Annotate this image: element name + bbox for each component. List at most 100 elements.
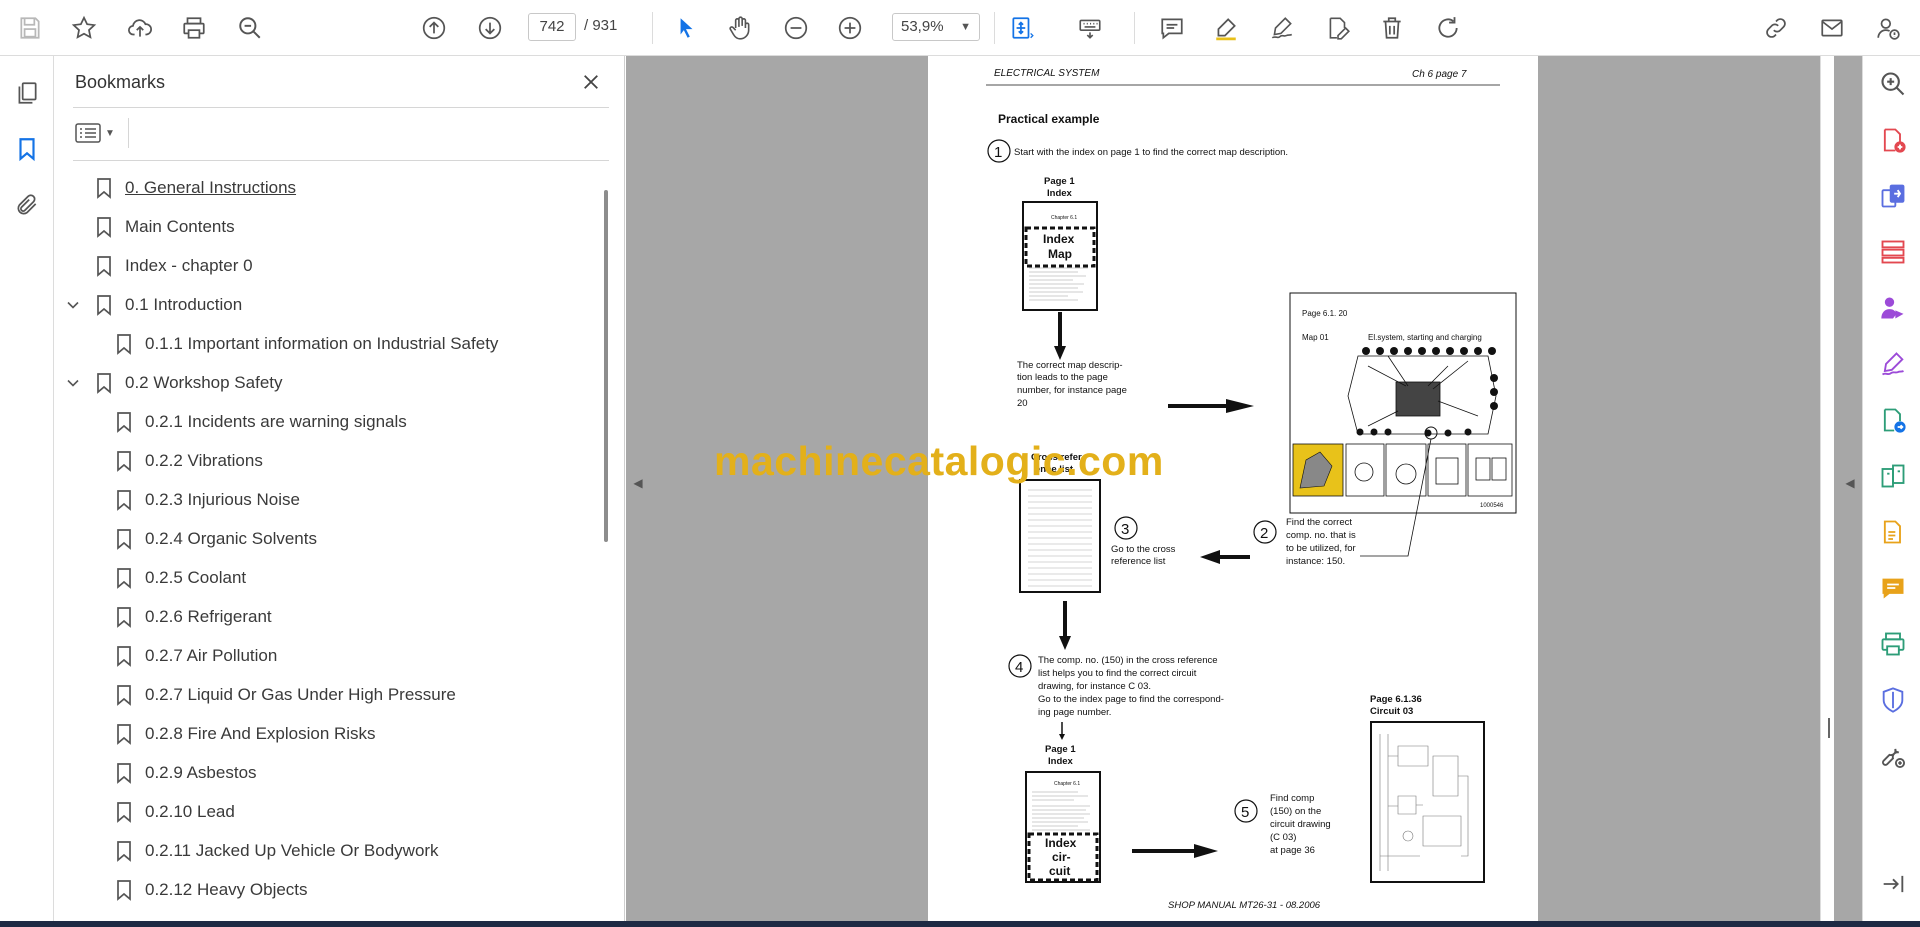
svg-text:cuit: cuit bbox=[1049, 864, 1070, 878]
svg-text:The comp. no. (150) in the cro: The comp. no. (150) in the cross referen… bbox=[1038, 655, 1218, 666]
bookmark-icon bbox=[115, 489, 133, 511]
left-navigation-rail bbox=[0, 56, 54, 921]
account-icon[interactable] bbox=[1870, 10, 1906, 46]
hand-icon[interactable] bbox=[722, 10, 758, 46]
svg-text:Go to the index page to find t: Go to the index page to find the corresp… bbox=[1038, 694, 1224, 705]
create-pdf-icon[interactable] bbox=[1877, 124, 1909, 156]
bookmark-item[interactable]: 0.2.6 Refrigerant bbox=[55, 597, 590, 636]
more-tools-icon[interactable] bbox=[1877, 740, 1909, 772]
save-icon[interactable] bbox=[12, 10, 48, 46]
page-thumbnails-icon[interactable] bbox=[10, 76, 44, 110]
bookmark-label: 0.2.8 Fire And Explosion Risks bbox=[145, 723, 376, 743]
fill-sign-icon[interactable] bbox=[1877, 348, 1909, 380]
divider bbox=[73, 160, 609, 161]
bookmark-item[interactable]: 0.2.3 Injurious Noise bbox=[55, 480, 590, 519]
chevron-down-icon[interactable] bbox=[65, 375, 81, 391]
document-page: ELECTRICAL SYSTEM Ch 6 page 7 Practical … bbox=[928, 56, 1538, 921]
delete-icon[interactable] bbox=[1374, 10, 1410, 46]
sign-icon[interactable] bbox=[1264, 10, 1300, 46]
fit-page-icon[interactable] bbox=[1004, 10, 1040, 46]
zoom-search-icon[interactable] bbox=[232, 10, 268, 46]
svg-text:Go to the cross: Go to the cross bbox=[1111, 544, 1176, 555]
organize-pages-icon[interactable] bbox=[1877, 236, 1909, 268]
bookmark-item[interactable]: 0.2.10 Lead bbox=[55, 792, 590, 831]
bookmark-label: 0.1.1 Important information on Industria… bbox=[145, 333, 499, 353]
bookmark-item[interactable]: 0.2.7 Liquid Or Gas Under High Pressure bbox=[55, 675, 590, 714]
bookmark-item[interactable]: 0.2.11 Jacked Up Vehicle Or Bodywork bbox=[55, 831, 590, 870]
print-icon[interactable] bbox=[176, 10, 212, 46]
export-pdf-icon[interactable] bbox=[1877, 180, 1909, 212]
svg-text:drawing, for instance C 03.: drawing, for instance C 03. bbox=[1038, 681, 1151, 692]
bookmark-icon bbox=[115, 606, 133, 628]
bookmark-item[interactable]: 0.2.7 Air Pollution bbox=[55, 636, 590, 675]
svg-text:Page 6.1.36: Page 6.1.36 bbox=[1370, 694, 1422, 705]
bookmark-item[interactable]: 0.2.1 Incidents are warning signals bbox=[55, 402, 590, 441]
svg-text:Index: Index bbox=[1045, 836, 1077, 850]
page-header-right: Ch 6 page 7 bbox=[1412, 69, 1467, 80]
close-icon[interactable] bbox=[577, 68, 605, 96]
collapse-rail-icon[interactable] bbox=[1877, 868, 1909, 900]
star-icon[interactable] bbox=[66, 10, 102, 46]
bookmark-item[interactable]: 0.2.9 Asbestos bbox=[55, 753, 590, 792]
bookmark-panel-icon[interactable] bbox=[10, 132, 44, 166]
collapse-right-panel-icon[interactable]: ◀ bbox=[1840, 476, 1860, 500]
share-link-icon[interactable] bbox=[1758, 10, 1794, 46]
bookmark-label: 0.2.12 Heavy Objects bbox=[145, 879, 308, 899]
collapse-left-panel-icon[interactable]: ◀ bbox=[628, 476, 648, 500]
bookmark-item[interactable]: 0.2.4 Organic Solvents bbox=[55, 519, 590, 558]
bookmark-icon bbox=[115, 567, 133, 589]
bookmark-item[interactable]: 0.1.1 Important information on Industria… bbox=[55, 324, 590, 363]
bookmark-icon bbox=[115, 762, 133, 784]
email-icon[interactable] bbox=[1814, 10, 1850, 46]
svg-text:instance: 150.: instance: 150. bbox=[1286, 556, 1345, 567]
bookmark-label: 0.1 Introduction bbox=[125, 294, 243, 314]
bookmark-options-menu[interactable]: ▼ bbox=[75, 118, 121, 148]
bookmark-item[interactable]: Main Contents bbox=[55, 207, 590, 246]
bookmark-item[interactable]: 0.2 Workshop Safety bbox=[55, 363, 590, 402]
page-scrollbar[interactable] bbox=[1820, 56, 1834, 921]
prev-page-icon[interactable] bbox=[416, 10, 452, 46]
bookmark-item[interactable]: 0. General Instructions bbox=[55, 168, 590, 207]
bookmark-item[interactable]: 0.2.12 Heavy Objects bbox=[55, 870, 590, 909]
upload-icon[interactable] bbox=[122, 10, 158, 46]
comment-icon[interactable] bbox=[1154, 10, 1190, 46]
compare-files-icon[interactable] bbox=[1877, 460, 1909, 492]
rotate-icon[interactable] bbox=[1430, 10, 1466, 46]
toolbar-divider bbox=[994, 12, 995, 44]
keyboard-icon[interactable] bbox=[1072, 10, 1108, 46]
bookmark-item[interactable]: 0.2.2 Vibrations bbox=[55, 441, 590, 480]
select-arrow-icon[interactable] bbox=[668, 10, 704, 46]
bookmark-label: 0.2.3 Injurious Noise bbox=[145, 489, 300, 509]
highlight-icon[interactable] bbox=[1208, 10, 1244, 46]
export-file-icon[interactable] bbox=[1877, 516, 1909, 548]
zoom-in-icon[interactable] bbox=[832, 10, 868, 46]
zoom-select[interactable]: 53,9% ▼ bbox=[892, 13, 980, 41]
zoom-search-icon[interactable] bbox=[1877, 68, 1909, 100]
zoom-out-icon[interactable] bbox=[778, 10, 814, 46]
bookmark-icon bbox=[95, 255, 113, 277]
bookmark-item[interactable]: 0.2.8 Fire And Explosion Risks bbox=[55, 714, 590, 753]
share-users-icon[interactable] bbox=[1877, 292, 1909, 324]
print-production-icon[interactable] bbox=[1877, 628, 1909, 660]
send-for-review-icon[interactable] bbox=[1877, 404, 1909, 436]
bookmark-label: Index - chapter 0 bbox=[125, 255, 253, 275]
protect-shield-icon[interactable] bbox=[1877, 684, 1909, 716]
svg-text:ing page number.: ing page number. bbox=[1038, 707, 1111, 718]
attachment-icon[interactable] bbox=[10, 188, 44, 222]
bookmark-icon bbox=[95, 372, 113, 394]
bookmarks-scrollbar[interactable] bbox=[604, 190, 608, 542]
next-page-icon[interactable] bbox=[472, 10, 508, 46]
list-options-icon bbox=[75, 123, 101, 143]
chevron-down-icon[interactable] bbox=[65, 297, 81, 313]
svg-text:comp. no. that is: comp. no. that is bbox=[1286, 530, 1356, 541]
svg-text:3: 3 bbox=[1121, 521, 1129, 538]
bookmark-icon bbox=[115, 879, 133, 901]
splitter-handle[interactable] bbox=[1828, 718, 1830, 738]
page-number-input[interactable]: 742 bbox=[528, 13, 576, 41]
svg-text:Page 1: Page 1 bbox=[1045, 744, 1076, 755]
bookmark-item[interactable]: 0.2.5 Coolant bbox=[55, 558, 590, 597]
bookmark-item[interactable]: 0.1 Introduction bbox=[55, 285, 590, 324]
comment-tool-icon[interactable] bbox=[1877, 572, 1909, 604]
bookmark-item[interactable]: Index - chapter 0 bbox=[55, 246, 590, 285]
edit-pdf-icon[interactable] bbox=[1320, 10, 1356, 46]
